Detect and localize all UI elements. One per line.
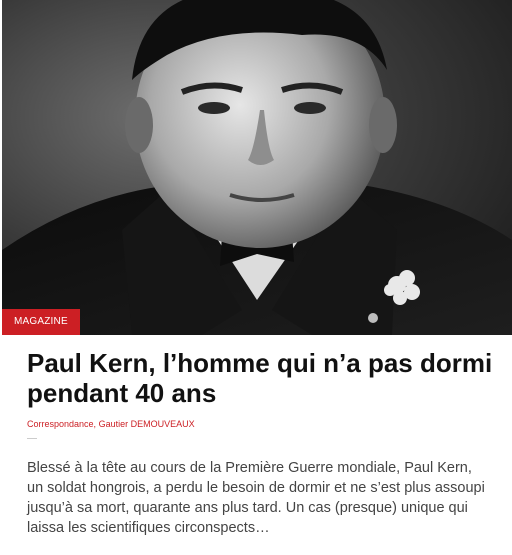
meta-divider (27, 438, 37, 439)
article-excerpt: Blessé à la tête au cours de la Première… (27, 460, 485, 536)
portrait-photo (2, 0, 512, 335)
author-link-gautier-demouveaux[interactable]: Gautier DEMOUVEAUX (99, 419, 195, 429)
article-hero-image[interactable] (2, 0, 512, 335)
category-tag[interactable]: MAGAZINE (2, 309, 80, 335)
article-card: MAGAZINE Paul Kern, l’homme qui n’a pas … (0, 0, 512, 555)
author-link-correspondance[interactable]: Correspondance (27, 419, 94, 429)
article-title[interactable]: Paul Kern, l’homme qui n’a pas dormi pen… (27, 348, 497, 408)
article-authors: Correspondance, Gautier DEMOUVEAUX (27, 418, 195, 430)
